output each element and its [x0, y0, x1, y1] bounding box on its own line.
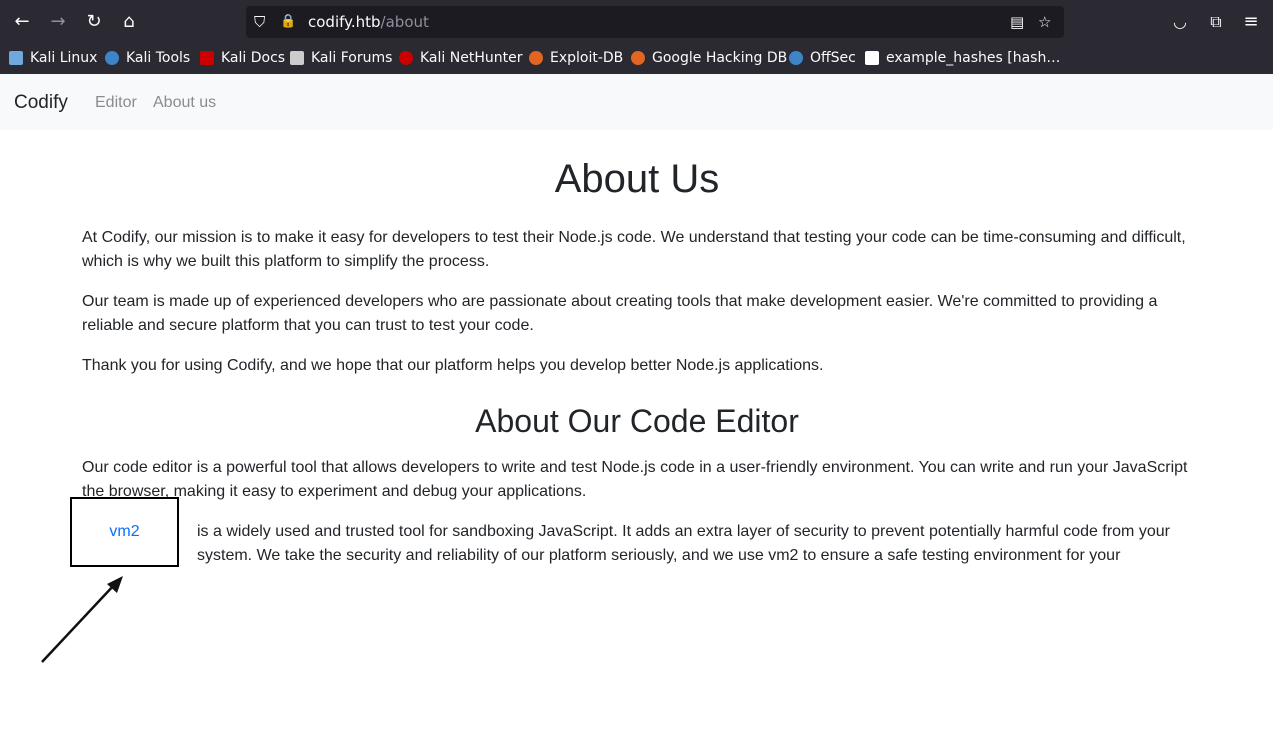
nav-editor-link[interactable]: Editor	[95, 94, 137, 112]
bookmark-exploit-db[interactable]: Exploit-DB	[529, 49, 623, 67]
bookmark-label: example_hashes [hash…	[886, 50, 1061, 66]
team-paragraph: Our team is made up of experienced devel…	[82, 293, 1158, 334]
bookmark-kali-forums[interactable]: Kali Forums	[290, 49, 392, 67]
url-bar[interactable]: ⛉ 🔒 codify.htb/about ▤ ☆	[246, 6, 1064, 38]
reload-icon[interactable]: ↻	[81, 9, 107, 35]
bookmark-kali-nethunter[interactable]: Kali NetHunter	[399, 49, 522, 67]
bookmark-example-hashes[interactable]: example_hashes [hash…	[865, 49, 1060, 67]
bookmark-kali-tools[interactable]: Kali Tools	[105, 49, 190, 67]
kali-forums-icon	[290, 51, 304, 65]
kali-tools-icon	[105, 51, 119, 65]
annotation-arrow-icon	[41, 576, 123, 663]
pocket-icon[interactable]: ◡	[1167, 9, 1193, 35]
bookmark-star-icon[interactable]: ☆	[1038, 13, 1051, 31]
lock-icon[interactable]: 🔒	[280, 13, 296, 31]
bookmark-label: Kali Linux	[30, 50, 98, 66]
mission-paragraph: At Codify, our mission is to make it eas…	[82, 229, 1186, 270]
bookmark-google-hacking-db[interactable]: Google Hacking DB	[631, 49, 787, 67]
home-icon[interactable]: ⌂	[116, 9, 142, 35]
kali-nethunter-icon	[399, 51, 413, 65]
reader-view-icon[interactable]: ▤	[1010, 13, 1024, 31]
exploit-db-icon	[529, 51, 543, 65]
bookmark-kali-docs[interactable]: Kali Docs	[200, 49, 285, 67]
forward-icon[interactable]: →	[45, 9, 71, 35]
back-icon[interactable]: ←	[9, 9, 35, 35]
bookmark-label: Kali Forums	[311, 50, 393, 66]
bookmark-offsec[interactable]: OffSec	[789, 49, 856, 67]
offsec-icon	[789, 51, 803, 65]
browser-chrome: ← → ↻ ⌂ ⛉ 🔒 codify.htb/about ▤ ☆ ◡ ⧉ ≡ K…	[0, 0, 1273, 74]
bookmark-kali-linux[interactable]: Kali Linux	[9, 49, 97, 67]
bookmark-label: OffSec	[810, 50, 856, 66]
brand-link[interactable]: Codify	[14, 92, 68, 114]
url-text[interactable]: codify.htb/about	[308, 13, 429, 31]
bookmarks-bar: Kali Linux Kali Tools Kali Docs Kali For…	[0, 44, 1273, 72]
bookmark-label: Kali Docs	[221, 50, 286, 66]
kali-dragon-icon	[9, 51, 23, 65]
shield-icon[interactable]: ⛉	[254, 13, 265, 31]
nav-about-link[interactable]: About us	[153, 94, 216, 112]
browser-toolbar: ← → ↻ ⌂ ⛉ 🔒 codify.htb/about ▤ ☆ ◡ ⧉ ≡	[0, 0, 1273, 44]
page-title: About Us	[554, 157, 720, 201]
bookmark-label: Kali Tools	[126, 50, 191, 66]
hashcat-icon	[865, 51, 879, 65]
vm2-paragraph: is a widely used and trusted tool for sa…	[197, 523, 1170, 564]
vm2-link[interactable]: vm2	[72, 499, 177, 565]
menu-icon[interactable]: ≡	[1238, 9, 1264, 35]
bookmark-label: Google Hacking DB	[652, 50, 788, 66]
highlight-box: vm2	[70, 497, 179, 567]
url-host: codify.htb	[308, 13, 381, 31]
thanks-paragraph: Thank you for using Codify, and we hope …	[82, 357, 824, 374]
editor-paragraph: Our code editor is a powerful tool that …	[82, 459, 1188, 500]
extensions-icon[interactable]: ⧉	[1203, 9, 1229, 35]
bookmark-label: Kali NetHunter	[420, 50, 523, 66]
url-path: /about	[380, 13, 429, 31]
ghdb-icon	[631, 51, 645, 65]
kali-docs-icon	[200, 51, 214, 65]
editor-heading: About Our Code Editor	[475, 403, 799, 439]
bookmark-label: Exploit-DB	[550, 50, 624, 66]
site-navbar: Codify Editor About us	[0, 74, 1273, 130]
